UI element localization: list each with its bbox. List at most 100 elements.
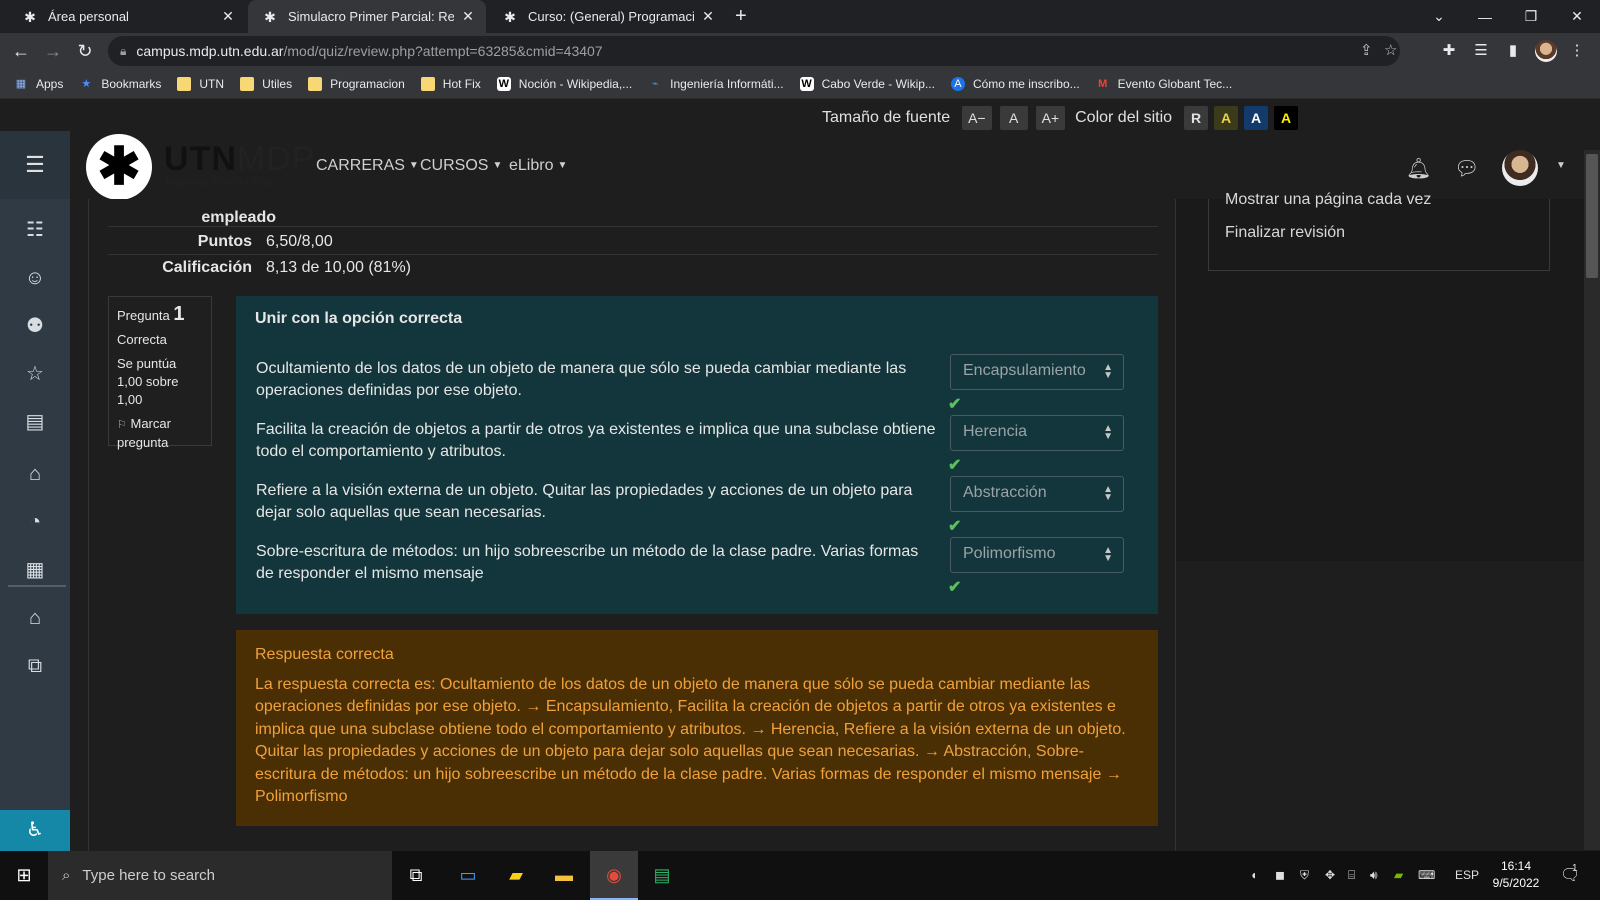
courses-graduation-icon[interactable]: ⌂ [0,603,70,633]
volume-icon[interactable]: 🔊︎ [1370,851,1378,900]
bookmark-nocion[interactable]: W Noción - Wikipedia,... [496,76,633,91]
browser-tab-simulacro[interactable]: ✱ Simulacro Primer Parcial: Revisión ✕ [248,0,486,33]
reading-list-icon[interactable]: ☰ [1470,40,1492,62]
competencies-star-icon[interactable]: ☆ [0,359,70,389]
match-select[interactable]: Polimorfismo ▲ ▼ [950,537,1124,573]
bookmark-utiles[interactable]: Utiles [240,76,292,91]
windows-start-icon[interactable]: ⊞ [0,851,48,900]
color-reset-button[interactable]: R [1184,106,1209,130]
minimize-icon[interactable]: — [1462,0,1508,33]
select-value: Abstracción [963,484,1047,501]
messages-chat-icon[interactable]: 💬︎ [1454,156,1479,181]
wikipedia-icon: W [799,76,814,91]
question-box: Unir con la opción correcta Ocultamiento… [236,296,1158,614]
calendar-icon[interactable]: ▦ [0,555,70,585]
network-icon[interactable]: ⌸ [1348,851,1355,900]
show-one-page-link[interactable]: Mostrar una página cada vez [1225,191,1431,209]
scrollbar-thumb[interactable] [1586,154,1598,278]
bookmark-bookmarks[interactable]: ★ Bookmarks [79,77,161,91]
font-reset-button[interactable]: A [999,106,1028,130]
match-row: Sobre-escritura de métodos: un hijo sobr… [256,537,1136,597]
bookmark-label: UTN [199,76,225,91]
color-yellow-button[interactable]: A [1214,106,1239,130]
bookmark-label: Noción - Wikipedia,... [518,76,633,91]
discord-icon[interactable]: ◖ [1250,851,1257,900]
user-menu-caret-icon[interactable]: ▼ [1556,160,1566,171]
taskbar-search[interactable]: ⌕ Type here to search [48,851,392,900]
browser-profile-avatar[interactable] [1535,40,1557,62]
close-tab-icon[interactable]: ✕ [700,8,716,25]
restore-icon[interactable]: ❐ [1508,0,1554,33]
remote-desktop-icon[interactable]: ▭ [444,851,492,900]
browser-tab-curso[interactable]: ✱ Curso: (General) Programación y ✕ [488,0,726,33]
grades-book-icon[interactable]: ▤ [0,407,70,437]
file-explorer-icon[interactable]: ▬ [540,851,588,900]
utn-logo-icon[interactable]: ✱ [86,134,152,200]
task-view-icon[interactable]: ⧉ [392,851,440,900]
sticky-notes-icon[interactable]: ▰ [492,851,540,900]
bookmark-utn[interactable]: UTN [177,76,225,91]
home-icon[interactable]: ⌂ [0,459,70,489]
bookmark-programacion[interactable]: Programacion [308,76,405,91]
close-tab-icon[interactable]: ✕ [460,8,476,25]
chrome-icon[interactable]: ◉ [590,851,638,900]
share-icon[interactable]: ⇪ [1360,36,1373,66]
tab-search-chevron-icon[interactable]: ⌄ [1416,0,1462,33]
zoom-icon[interactable]: ◼ [1275,851,1285,900]
bookmark-apps[interactable]: ▦ Apps [14,77,64,91]
security-icon[interactable]: ⛨ [1300,851,1309,900]
taskbar-clock[interactable]: 16:14 9/5/2022 [1486,858,1546,892]
bookmark-inscribo[interactable]: A Cómo me inscribo... [950,76,1080,91]
font-decrease-button[interactable]: A− [962,106,992,130]
chrome-menu-icon[interactable]: ⋮ [1566,40,1588,62]
files-icon[interactable]: ⧉ [0,651,70,681]
match-select[interactable]: Encapsulamiento ▲ ▼ [950,354,1124,390]
user-avatar[interactable] [1502,150,1538,186]
summary-label: Calificación [162,259,252,276]
keyboard-icon[interactable]: ⌨ [1418,851,1435,900]
bookmark-hotfix[interactable]: Hot Fix [420,76,481,91]
close-window-icon[interactable]: ✕ [1554,0,1600,33]
address-bar[interactable]: 🔒︎ campus.mdp.utn.edu.ar/mod/quiz/review… [108,36,1400,66]
new-tab-icon[interactable]: + [735,6,747,26]
menu-carreras[interactable]: CARRERAS ▼ [316,157,419,175]
side-panel-icon[interactable]: ▮ [1502,40,1524,62]
bookmark-globant[interactable]: M Evento Globant Tec... [1096,77,1232,91]
badges-icon[interactable]: ⚉ [0,311,70,341]
bookmark-star-icon[interactable]: ☆ [1384,36,1397,66]
dashboard-gauge-icon[interactable]: ◔ [0,507,70,537]
forward-arrow-icon[interactable]: → [42,40,64,62]
color-blue-button[interactable]: A [1244,106,1269,130]
match-select[interactable]: Abstracción ▲ ▼ [950,476,1124,512]
bookmark-ingenieria[interactable]: ⌁ Ingeniería Informáti... [648,77,784,91]
back-arrow-icon[interactable]: ← [10,40,32,62]
match-select[interactable]: Herencia ▲ ▼ [950,415,1124,451]
menu-cursos[interactable]: CURSOS ▼ [420,157,502,175]
list-icon[interactable]: ☷ [0,215,70,245]
menu-elibro[interactable]: eLibro ▼ [509,157,567,175]
font-increase-button[interactable]: A+ [1035,106,1066,130]
close-tab-icon[interactable]: ✕ [220,8,236,25]
language-indicator[interactable]: ESP [1455,851,1479,900]
nvidia-icon[interactable]: ▰ [1394,851,1403,900]
site-logo-text[interactable]: UTNMDP [164,140,315,179]
participants-icon[interactable]: ☺ [0,263,70,293]
caret-down-icon: ▼ [492,160,503,172]
notepad-plus-icon[interactable]: ▤ [638,851,686,900]
page-scrollbar[interactable] [1584,150,1600,850]
windows-security-icon[interactable]: ✥ [1325,851,1335,900]
color-black-button[interactable]: A [1274,106,1299,130]
notifications-bell-icon[interactable]: 🔔︎ [1406,156,1431,181]
flag-question[interactable]: ⚐ Marcar pregunta [117,415,203,452]
logo-mdp: MDP [236,140,316,178]
tab-title: Simulacro Primer Parcial: Revisión [288,9,454,24]
reload-icon[interactable]: ↻ [74,40,96,62]
bookmark-label: Hot Fix [442,76,481,91]
browser-tab-area-personal[interactable]: ✱ Área personal ✕ [8,0,246,33]
finish-review-link[interactable]: Finalizar revisión [1225,224,1345,242]
extensions-puzzle-icon[interactable]: ✚ [1438,40,1460,62]
accessibility-icon[interactable]: ♿︎ [0,810,70,851]
hamburger-menu-icon[interactable]: ☰ [0,131,70,199]
bookmark-cabo-verde[interactable]: W Cabo Verde - Wikip... [799,76,935,91]
bookmarks-bar: ▦ Apps ★ Bookmarks UTN Utiles Programacion… [0,69,1600,99]
